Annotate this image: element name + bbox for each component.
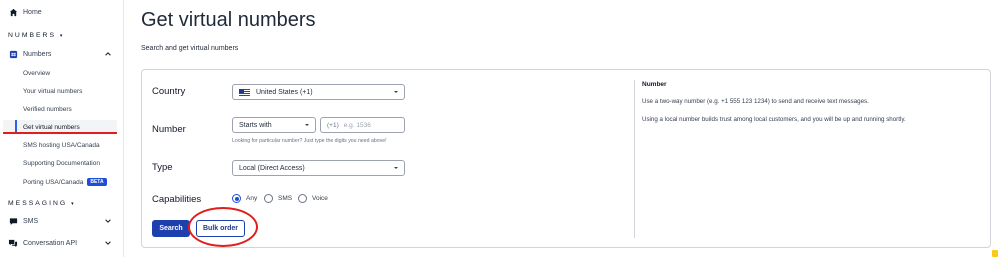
chevron-up-icon[interactable] — [104, 50, 112, 58]
sidebar-item-sms[interactable]: SMS — [0, 216, 124, 226]
sidebar-item-label: Porting USA/Canada — [23, 179, 84, 186]
sidebar-item-conversation-api[interactable]: Conversation API — [0, 238, 124, 248]
capability-sms-radio[interactable] — [264, 194, 273, 203]
chevron-down-icon[interactable] — [104, 217, 112, 225]
page-subtitle: Search and get virtual numbers — [141, 45, 239, 52]
info-panel-line: Use a two-way number (e.g. +1 555 123 12… — [642, 98, 869, 105]
sidebar-item-label: Conversation API — [23, 239, 78, 247]
sidebar-subitem-overview[interactable]: Overview — [23, 70, 50, 77]
sidebar-subitem-verified-numbers[interactable]: Verified numbers — [23, 106, 72, 113]
conversation-icon — [8, 238, 18, 248]
info-panel-line: Using a local number builds trust among … — [642, 116, 906, 123]
chat-bubble-icon — [8, 216, 18, 226]
number-hint: Looking for particular number? Just type… — [232, 138, 387, 144]
info-panel-title: Number — [642, 81, 667, 88]
messaging-section-heading: MESSAGING ▾ — [8, 200, 74, 207]
capability-any-radio[interactable] — [232, 194, 241, 203]
country-code-prefix: (+1) — [327, 121, 339, 129]
type-select-value: Local (Direct Access) — [239, 164, 305, 172]
caret-down-icon: ▾ — [59, 33, 63, 39]
section-label: NUMBERS — [8, 32, 56, 39]
type-label: Type — [152, 162, 173, 173]
active-item-indicator — [15, 120, 17, 132]
sidebar-subitem-supporting-documentation[interactable]: Supporting Documentation — [23, 160, 100, 167]
dropdown-caret-icon — [394, 91, 398, 93]
sidebar-item-home[interactable]: Home — [0, 7, 124, 17]
capability-voice-radio[interactable] — [298, 194, 307, 203]
sidebar-subitem-sms-hosting[interactable]: SMS hosting USA/Canada — [23, 142, 100, 149]
us-flag-icon — [239, 88, 250, 96]
sidebar-item-label: Numbers — [23, 50, 52, 58]
number-label: Number — [152, 124, 186, 135]
beta-badge: BETA — [87, 178, 107, 186]
sidebar-subitem-your-virtual-numbers[interactable]: Your virtual numbers — [23, 88, 82, 95]
numbers-grid-icon — [8, 49, 18, 59]
sidebar: Home NUMBERS ▾ Numbers Overview Your vir… — [0, 0, 124, 257]
caret-down-icon: ▾ — [71, 201, 74, 207]
capability-sms-label[interactable]: SMS — [278, 195, 292, 202]
sidebar-item-label: SMS — [23, 217, 39, 225]
annotation-circle — [188, 207, 258, 247]
number-placeholder: e.g. 1536 — [343, 121, 371, 129]
dropdown-caret-icon — [394, 167, 398, 169]
country-label: Country — [152, 86, 186, 97]
dropdown-caret-icon — [305, 124, 309, 126]
home-icon — [8, 7, 18, 17]
country-select-value: United States (+1) — [256, 88, 313, 96]
sidebar-subitem-porting[interactable]: Porting USA/Canada BETA — [23, 178, 107, 186]
chevron-down-icon[interactable] — [104, 239, 112, 247]
section-label: MESSAGING — [8, 200, 68, 207]
match-type-select[interactable]: Starts with — [232, 117, 316, 133]
capability-voice-label[interactable]: Voice — [312, 195, 328, 202]
sidebar-item-label: Home — [23, 8, 42, 16]
numbers-section-heading: NUMBERS ▾ — [8, 32, 62, 39]
capability-any-label[interactable]: Any — [246, 195, 257, 202]
capabilities-label: Capabilities — [152, 194, 202, 205]
type-select[interactable]: Local (Direct Access) — [232, 160, 405, 176]
card-divider — [634, 80, 635, 238]
number-input[interactable]: (+1) e.g. 1536 — [320, 117, 405, 133]
floating-widget[interactable] — [992, 250, 998, 257]
sidebar-subitem-get-virtual-numbers[interactable]: Get virtual numbers — [23, 124, 80, 131]
match-type-value: Starts with — [239, 121, 272, 129]
country-select[interactable]: United States (+1) — [232, 84, 405, 100]
search-button[interactable]: Search — [152, 220, 190, 237]
page-title: Get virtual numbers — [141, 9, 316, 31]
sidebar-item-numbers[interactable]: Numbers — [0, 49, 124, 59]
annotation-underline — [3, 132, 117, 134]
